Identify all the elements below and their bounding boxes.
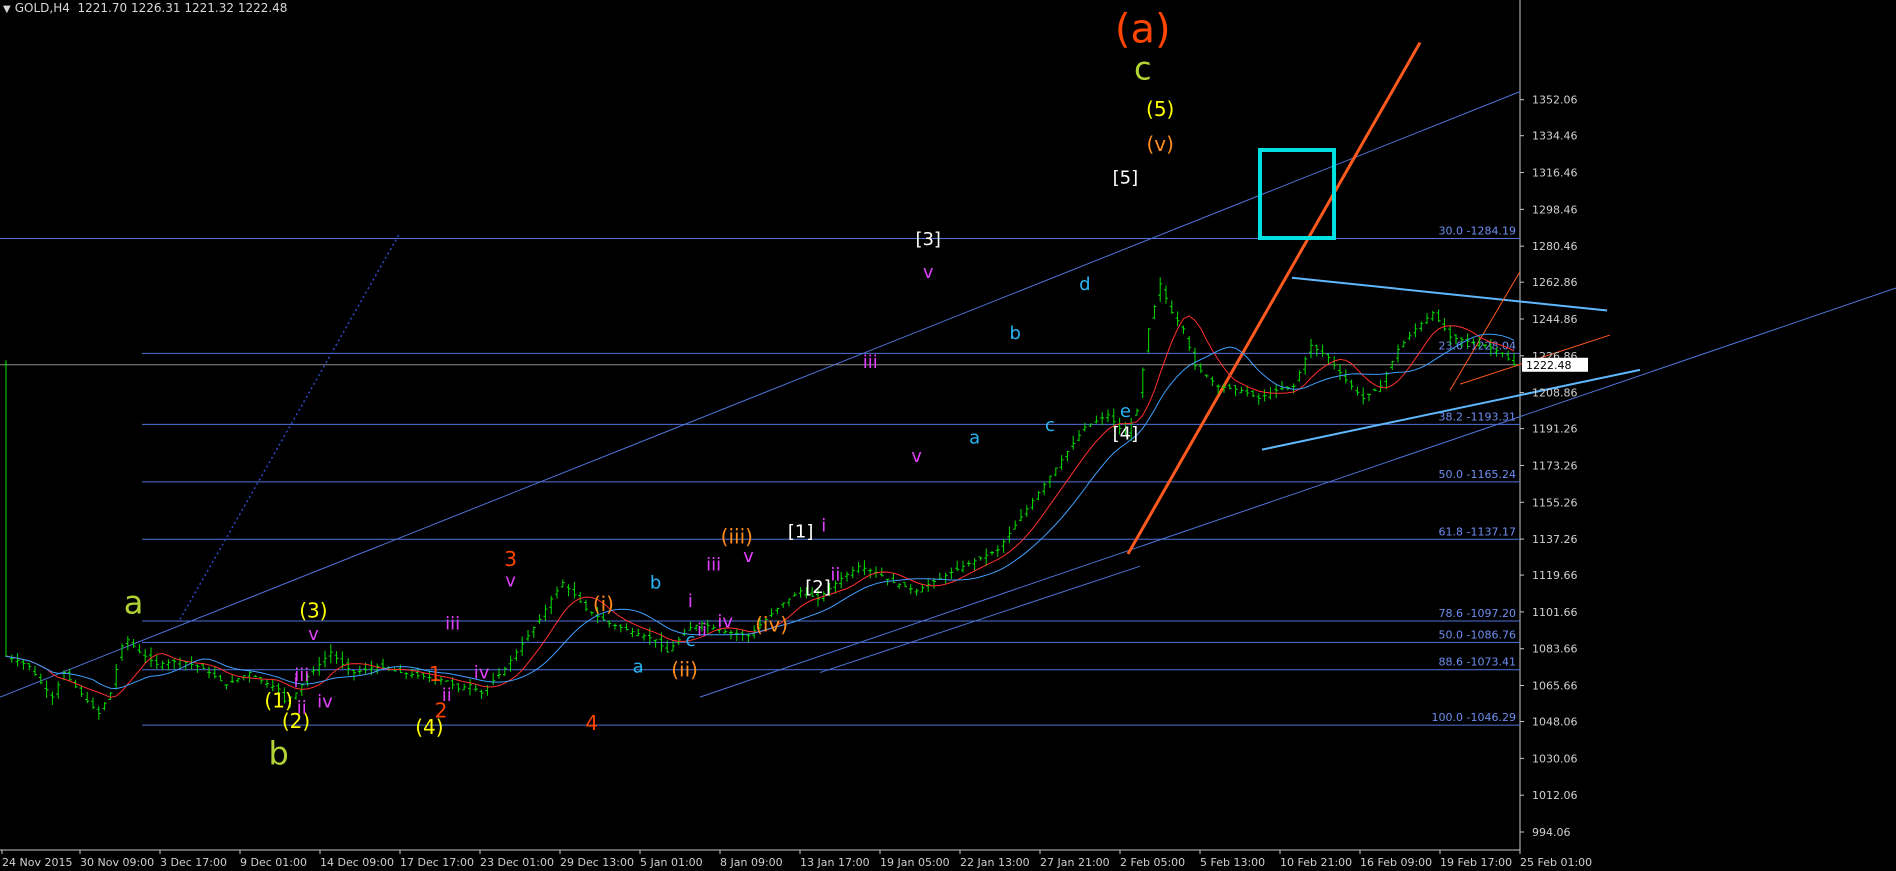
time-tick-label: 24 Nov 2015 <box>2 856 72 869</box>
wave-label: iii <box>445 614 460 635</box>
time-tick-label: 9 Dec 01:00 <box>240 856 307 869</box>
wave-label: v <box>911 446 922 467</box>
wave-label: a <box>969 427 980 448</box>
time-tick-label: 14 Dec 09:00 <box>320 856 394 869</box>
fib-level-label: 61.8 -1137.17 <box>1439 525 1516 538</box>
price-tick-label: 1262.86 <box>1532 276 1578 289</box>
wave-label: a <box>124 583 144 621</box>
wave-label: c <box>685 630 695 651</box>
price-tick-label: 1298.46 <box>1532 203 1578 216</box>
time-tick-label: 29 Dec 13:00 <box>560 856 634 869</box>
wave-label: (iv) <box>755 613 788 637</box>
wave-label: (iii) <box>721 525 753 549</box>
time-tick-label: 30 Nov 09:00 <box>80 856 154 869</box>
wave-label: v <box>308 624 319 645</box>
price-tick-label: 1101.66 <box>1532 606 1578 619</box>
time-tick-label: 22 Jan 13:00 <box>960 856 1030 869</box>
wave-label: [5] <box>1113 168 1139 189</box>
wave-label: iv <box>474 663 490 684</box>
time-tick-label: 5 Jan 01:00 <box>640 856 703 869</box>
price-tick-label: 1191.26 <box>1532 423 1578 436</box>
wave-label: 1 <box>429 662 442 686</box>
wave-label: [2] <box>805 577 831 598</box>
wave-label: v <box>505 571 516 592</box>
wave-label: iv <box>717 612 733 633</box>
time-tick-label: 3 Dec 17:00 <box>160 856 227 869</box>
time-tick-label: 2 Feb 05:00 <box>1120 856 1185 869</box>
wave-label: (5) <box>1146 97 1174 121</box>
fib-level-label: 78.6 -1097.20 <box>1439 607 1516 620</box>
wave-label: v <box>923 262 934 283</box>
wave-label: ii <box>297 697 307 718</box>
wave-label: ii <box>442 685 452 706</box>
wave-label: (ii) <box>671 658 698 682</box>
price-tick-label: 1280.46 <box>1532 240 1578 253</box>
time-tick-label: 25 Feb 01:00 <box>1520 856 1592 869</box>
wave-label: iii <box>294 665 309 686</box>
fib-level-label: 100.0 -1046.29 <box>1432 711 1516 724</box>
price-tick-label: 1334.46 <box>1532 130 1578 143</box>
price-chart[interactable]: 30.0 -1284.1923.6 -1228.0438.2 -1193.315… <box>0 0 1896 871</box>
fib-level-label: 50.0 -1165.24 <box>1439 468 1516 481</box>
wave-label: i <box>688 591 693 612</box>
wave-label: a <box>633 657 644 678</box>
price-tick-label: 1083.66 <box>1532 643 1578 656</box>
price-tick-label: 1316.46 <box>1532 167 1578 180</box>
price-tick-label: 994.06 <box>1532 826 1571 839</box>
time-tick-label: 13 Jan 17:00 <box>800 856 870 869</box>
wave-label: (v) <box>1146 132 1173 156</box>
price-tick-label: 1208.86 <box>1532 387 1578 400</box>
chart-symbol: GOLD,H4 <box>14 1 70 15</box>
wave-label: (3) <box>299 598 327 622</box>
price-tick-label: 1030.06 <box>1532 752 1578 765</box>
wave-label: [1] <box>788 522 814 543</box>
wave-label: (a) <box>1115 7 1171 53</box>
wave-label: 3 <box>504 547 517 571</box>
wave-label: c <box>1045 415 1055 436</box>
wave-label: b <box>650 573 661 594</box>
wave-label: d <box>1079 274 1090 295</box>
price-tick-label: 1173.26 <box>1532 459 1578 472</box>
wave-label: 4 <box>585 711 598 735</box>
fib-level-label: 50.0 -1086.76 <box>1439 628 1516 641</box>
chart-ohlc: 1221.70 1226.31 1221.32 1222.48 <box>77 1 288 15</box>
wave-label: [3] <box>915 229 941 250</box>
price-tick-label: 1155.26 <box>1532 496 1578 509</box>
time-tick-label: 19 Jan 05:00 <box>880 856 950 869</box>
price-tick-label: 1137.26 <box>1532 533 1578 546</box>
price-tick-label: 1012.06 <box>1532 789 1578 802</box>
wave-label: iv <box>317 691 333 712</box>
time-tick-label: 23 Dec 01:00 <box>480 856 554 869</box>
wave-label: v <box>743 546 754 567</box>
wave-label: iii <box>863 352 878 373</box>
fib-level-label: 30.0 -1284.19 <box>1439 225 1516 238</box>
time-tick-label: 5 Feb 13:00 <box>1200 856 1265 869</box>
wave-label: (i) <box>593 592 614 616</box>
wave-label: ii <box>830 565 840 586</box>
wave-label: c <box>1134 49 1152 87</box>
time-tick-label: 27 Jan 21:00 <box>1040 856 1110 869</box>
current-price-label: 1222.48 <box>1526 359 1572 372</box>
chart-header: ▼ GOLD,H4 1221.70 1226.31 1221.32 1222.48 <box>3 1 287 15</box>
price-tick-label: 1352.06 <box>1532 94 1578 107</box>
fib-level-label: 88.6 -1073.41 <box>1439 656 1516 669</box>
price-tick-label: 1244.86 <box>1532 313 1578 326</box>
time-tick-label: 19 Feb 17:00 <box>1440 856 1512 869</box>
time-tick-label: 8 Jan 09:00 <box>720 856 783 869</box>
wave-label: i <box>821 515 826 536</box>
wave-label: e <box>1120 401 1131 422</box>
dropdown-triangle-icon[interactable]: ▼ <box>3 4 11 15</box>
price-tick-label: 1065.66 <box>1532 680 1578 693</box>
price-tick-label: 1119.66 <box>1532 569 1578 582</box>
wave-label: ii <box>697 620 707 641</box>
time-tick-label: 10 Feb 21:00 <box>1280 856 1352 869</box>
time-tick-label: 16 Feb 09:00 <box>1360 856 1432 869</box>
time-tick-label: 17 Dec 17:00 <box>400 856 474 869</box>
wave-label: b <box>1009 323 1020 344</box>
wave-label: [4] <box>1113 423 1139 444</box>
price-tick-label: 1048.06 <box>1532 716 1578 729</box>
wave-label: b <box>268 735 288 773</box>
wave-label: iii <box>706 554 721 575</box>
